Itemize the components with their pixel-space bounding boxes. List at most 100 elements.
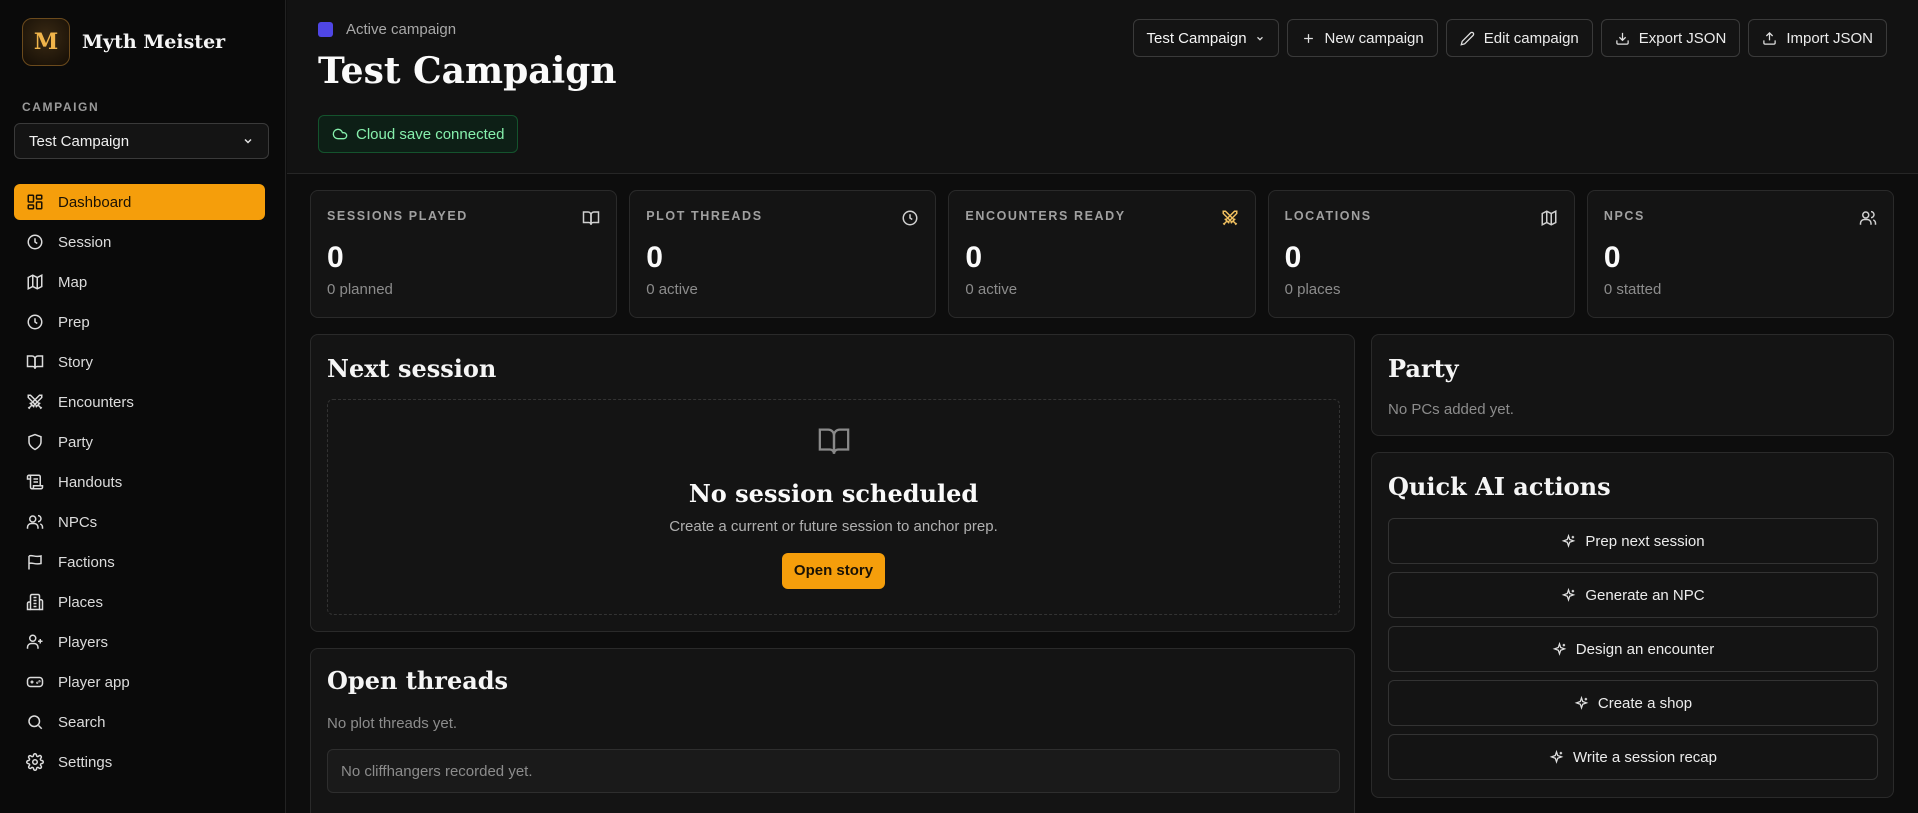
next-session-empty-state: No session scheduled Create a current or… — [327, 399, 1340, 615]
cloud-icon — [332, 128, 348, 140]
stat-label: ENCOUNTERS READY — [965, 209, 1126, 223]
download-icon — [1616, 32, 1629, 45]
gamepad-icon — [26, 676, 44, 688]
sidebar-item-label: Places — [58, 593, 104, 611]
shield-icon — [28, 433, 42, 451]
book-open-icon — [818, 428, 849, 454]
sidebar-item-label: Map — [58, 273, 88, 291]
buildings-icon — [26, 593, 44, 611]
stat-label: NPCS — [1603, 209, 1645, 223]
flag-icon — [28, 554, 42, 570]
page-title: Test Campaign — [318, 50, 617, 92]
cloud-save-status: Cloud save connected — [318, 115, 519, 153]
sidebar-item-player-app[interactable]: Player app — [14, 664, 265, 700]
user-plus-icon — [26, 634, 43, 649]
sidebar-item-handouts[interactable]: Handouts — [14, 464, 265, 500]
open-threads-title: Open threads — [327, 666, 509, 695]
empty-state-text: Create a current or future session to an… — [669, 518, 998, 535]
edit-campaign-label: Edit campaign — [1483, 29, 1579, 47]
stat-value: 0 — [646, 241, 663, 274]
design-encounter-button[interactable]: Design an encounter — [1388, 626, 1878, 672]
stat-value: 0 — [1603, 241, 1621, 274]
sidebar-item-story[interactable]: Story — [14, 344, 265, 380]
sidebar-item-label: Dashboard — [58, 193, 132, 211]
sparkles-icon — [1552, 641, 1567, 656]
dashboard-icon — [27, 194, 43, 210]
sidebar-item-encounters[interactable]: Encounters — [14, 384, 265, 420]
sidebar-item-label: Settings — [58, 753, 113, 771]
prep-next-session-button[interactable]: Prep next session — [1388, 518, 1878, 564]
users-icon — [26, 514, 44, 529]
new-campaign-label: New campaign — [1324, 29, 1424, 47]
cliffhangers-box: No cliffhangers recorded yet. — [327, 749, 1340, 793]
import-json-label: Import JSON — [1786, 29, 1873, 47]
sidebar-item-places[interactable]: Places — [14, 584, 265, 620]
campaign-select-value: Test Campaign — [1146, 29, 1247, 47]
campaign-label: CAMPAIGN — [22, 100, 100, 114]
export-json-button[interactable]: Export JSON — [1600, 19, 1741, 57]
header-toolbar: Test Campaign New campaign Edit campaign… — [1132, 19, 1887, 57]
sidebar-item-map[interactable]: Map — [14, 264, 265, 300]
sidebar-item-label: Session — [58, 233, 112, 251]
sidebar-item-settings[interactable]: Settings — [14, 744, 265, 780]
sidebar-item-dashboard[interactable]: Dashboard — [14, 184, 265, 220]
sparkles-icon — [1562, 587, 1576, 602]
export-json-label: Export JSON — [1638, 29, 1727, 47]
stat-label: SESSIONS PLAYED — [327, 209, 468, 223]
stats-row: SESSIONS PLAYED 0 0 planned PLOT THREADS… — [310, 190, 1895, 318]
stat-sub: 0 places — [1284, 281, 1341, 298]
sidebar-item-factions[interactable]: Factions — [14, 544, 265, 580]
sparkles-icon — [1562, 533, 1576, 548]
sidebar-item-prep[interactable]: Prep — [14, 304, 265, 340]
users-icon — [1859, 210, 1877, 225]
party-panel: Party No PCs added yet. — [1371, 334, 1894, 436]
sidebar-item-label: Factions — [58, 553, 115, 571]
open-story-button[interactable]: Open story — [781, 553, 886, 589]
ai-action-label: Create a shop — [1597, 694, 1693, 712]
sidebar-item-label: Party — [58, 433, 94, 451]
pencil-icon — [1460, 31, 1474, 46]
write-session-recap-button[interactable]: Write a session recap — [1388, 734, 1878, 780]
brand[interactable]: M Myth Meister — [22, 18, 225, 66]
import-json-button[interactable]: Import JSON — [1748, 19, 1887, 57]
stat-sub: 0 active — [646, 281, 698, 298]
clock-icon — [27, 314, 43, 330]
sparkles-icon — [1549, 749, 1564, 764]
chevron-down-icon — [1256, 36, 1263, 41]
sidebar-item-label: Encounters — [58, 393, 134, 411]
map-icon — [27, 274, 43, 290]
stat-card-npcs: NPCS 0 0 statted — [1586, 190, 1895, 318]
empty-state-title: No session scheduled — [688, 479, 979, 508]
stat-card-encounters: ENCOUNTERS READY 0 0 active — [948, 190, 1256, 318]
search-icon — [28, 715, 43, 730]
myth-meister-logo: M — [22, 18, 70, 66]
quick-ai-title: Quick AI actions — [1388, 472, 1611, 501]
next-session-panel: Next session No session scheduled Create… — [310, 334, 1355, 632]
stat-label: PLOT THREADS — [646, 209, 763, 223]
create-shop-button[interactable]: Create a shop — [1388, 680, 1878, 726]
new-campaign-button[interactable]: New campaign — [1286, 19, 1438, 57]
sidebar-campaign-select[interactable]: Test Campaign — [14, 123, 269, 159]
sidebar-item-label: NPCs — [58, 513, 98, 531]
stat-card-plot-threads: PLOT THREADS 0 0 active — [629, 190, 937, 318]
sidebar-item-party[interactable]: Party — [14, 424, 265, 460]
party-empty-text: No PCs added yet. — [1388, 401, 1514, 418]
next-session-title: Next session — [327, 354, 497, 383]
edit-campaign-button[interactable]: Edit campaign — [1445, 19, 1593, 57]
clock-icon — [902, 210, 918, 226]
stat-value: 0 — [1284, 241, 1302, 274]
stat-sub: 0 planned — [327, 281, 393, 298]
scroll-icon — [26, 474, 44, 490]
swords-icon — [1222, 210, 1238, 226]
open-threads-empty-text: No plot threads yet. — [327, 715, 458, 732]
stat-card-locations: LOCATIONS 0 0 places — [1267, 190, 1575, 318]
sidebar-item-search[interactable]: Search — [14, 704, 265, 740]
stat-value: 0 — [965, 241, 983, 274]
sidebar-item-label: Story — [58, 353, 94, 371]
generate-npc-button[interactable]: Generate an NPC — [1388, 572, 1878, 618]
sidebar-item-players[interactable]: Players — [14, 624, 265, 660]
sidebar-item-session[interactable]: Session — [14, 224, 265, 260]
active-campaign-label: Active campaign — [346, 21, 457, 38]
campaign-select[interactable]: Test Campaign — [1132, 19, 1279, 57]
sidebar-item-npcs[interactable]: NPCs — [14, 504, 265, 540]
